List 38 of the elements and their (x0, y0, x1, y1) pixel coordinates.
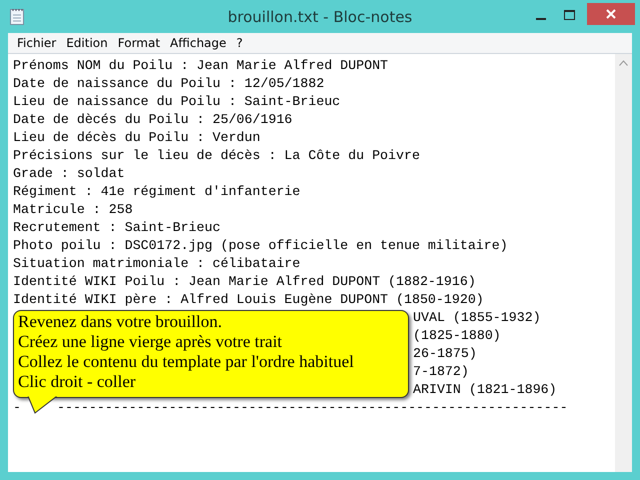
notepad-icon (10, 8, 24, 25)
text-line: Matricule : 258 (13, 201, 133, 219)
text-line: Régiment : 41e régiment d'infanterie (13, 183, 300, 201)
text-line: - (13, 399, 21, 417)
text-line: Lieu de naissance du Poilu : Saint-Brieuc (13, 93, 340, 111)
text-line: ---------------------------------------------------------------- (56, 399, 568, 417)
text-line: 7-1872) (413, 363, 469, 381)
maximize-icon (564, 10, 574, 20)
text-line: Date de naissance du Poilu : 12/05/1882 (13, 75, 324, 93)
text-line: Précisions sur le lieu de décès : La Côte du Poivre (13, 147, 420, 165)
menu-item[interactable]: Edition (61, 33, 113, 53)
scrollbar[interactable] (615, 54, 632, 472)
text-line: Date de dècés du Poilu : 25/06/1916 (13, 111, 292, 129)
window-title: brouillon.txt - Bloc-notes (228, 8, 412, 26)
callout-text: Revenez dans votre brouillon. (18, 312, 222, 332)
scroll-up-icon[interactable] (619, 60, 628, 66)
menu-item[interactable]: Affichage (165, 33, 232, 53)
text-line: UVAL (1855-1932) (413, 309, 541, 327)
menu-item[interactable]: ? (231, 33, 248, 53)
text-line: Identité WIKI Poilu : Jean Marie Alfred DUPONT (1882-1916) (13, 273, 476, 291)
text-line: (1825-1880) (413, 327, 501, 345)
menu-item[interactable]: Fichier (12, 33, 62, 53)
callout-text: Créez une ligne vierge après votre trait (18, 332, 282, 352)
callout-text: Collez le contenu du template par l'ordre habituel (18, 352, 354, 372)
text-line: Recrutement : Saint-Brieuc (13, 219, 220, 237)
text-line: Prénoms NOM du Poilu : Jean Marie Alfred DUPONT (13, 57, 388, 75)
text-line: 26-1875) (413, 345, 477, 363)
close-button[interactable] (587, 3, 635, 25)
callout-text: Clic droit - coller (18, 372, 136, 392)
text-line: Grade : soldat (13, 165, 125, 183)
text-line: Photo poilu : DSC0172.jpg (pose officielle en tenue militaire) (13, 237, 508, 255)
minimize-icon (536, 18, 546, 20)
text-line: Situation matrimoniale : célibataire (13, 255, 300, 273)
text-line: Lieu de décès du Poilu : Verdun (13, 129, 260, 147)
text-line: ARIVIN (1821-1896) (413, 381, 557, 399)
close-icon (605, 8, 617, 20)
text-line: Identité WIKI père : Alfred Louis Eugène DUPONT (1850-1920) (13, 291, 484, 309)
menu-item[interactable]: Format (112, 33, 166, 53)
